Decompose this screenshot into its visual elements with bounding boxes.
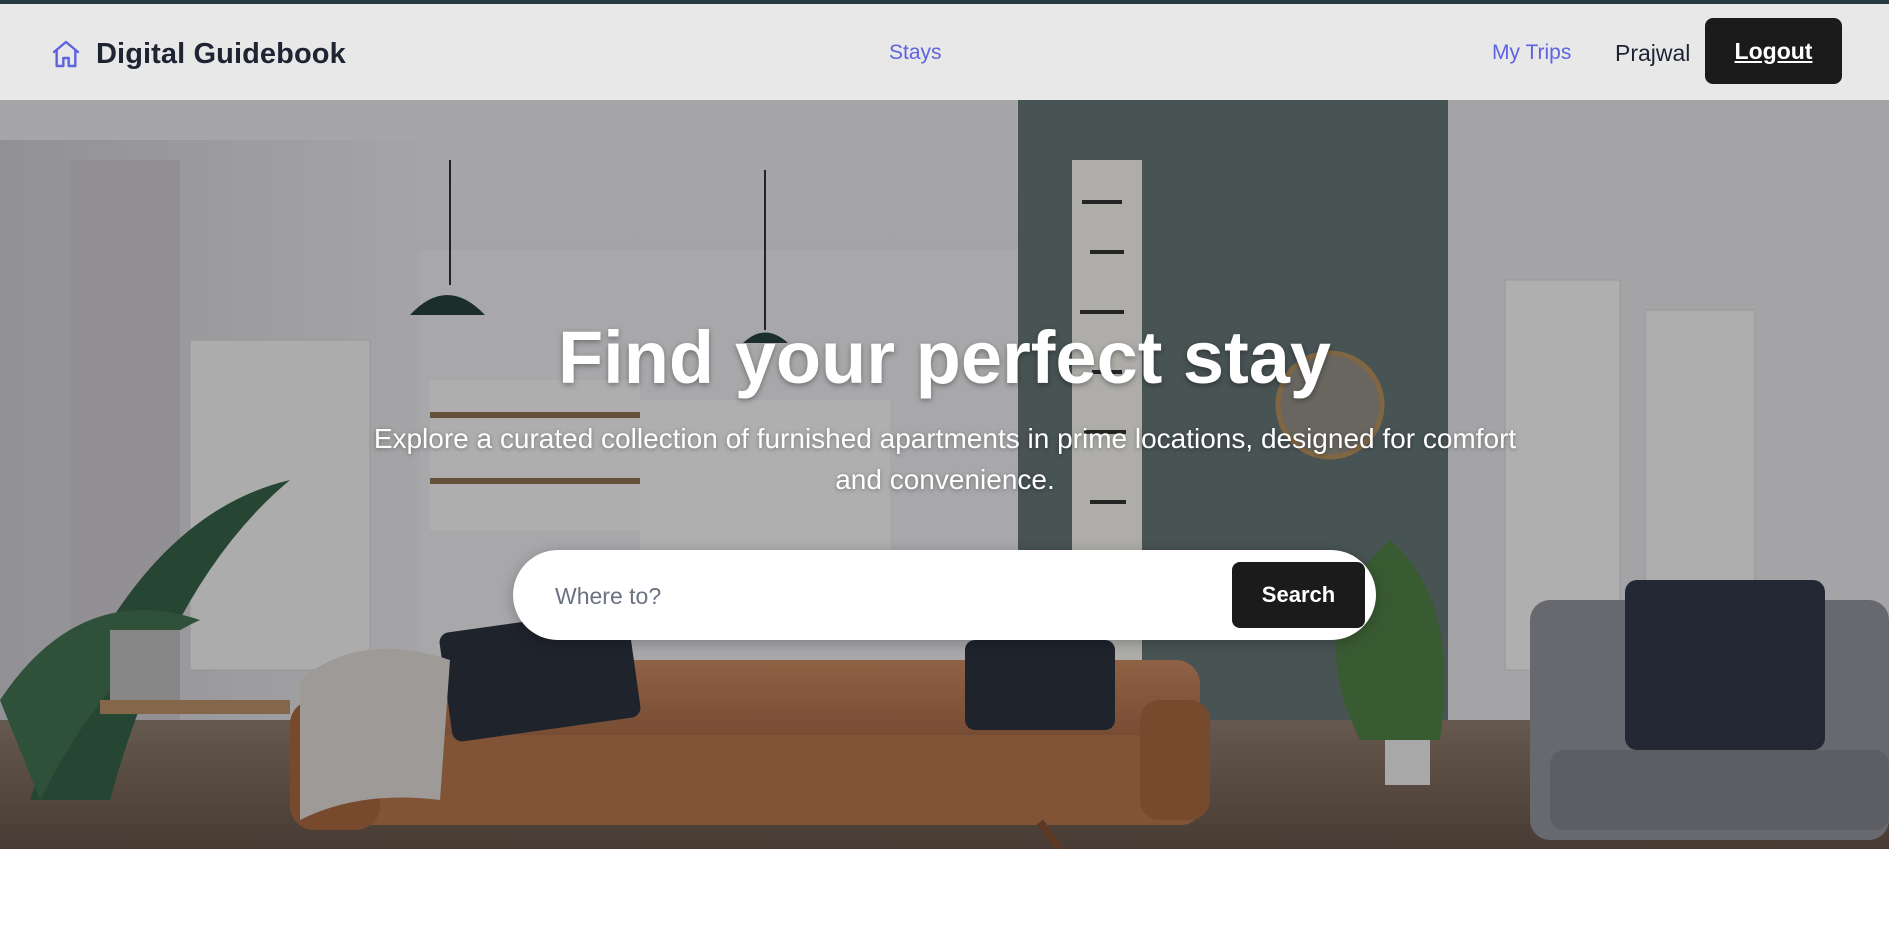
user-name: Prajwal: [1615, 40, 1691, 66]
site-header: Digital Guidebook Stays My Trips Prajwal…: [0, 4, 1889, 100]
hero-section: Find your perfect stay Explore a curated…: [0, 100, 1889, 849]
hero-subtitle: Explore a curated collection of furnishe…: [373, 423, 1517, 495]
nav-link-stays[interactable]: Stays: [889, 41, 942, 65]
search-button[interactable]: Search: [1232, 562, 1365, 628]
search-bar: Search: [513, 550, 1376, 640]
nav-link-my-trips[interactable]: My Trips: [1492, 41, 1571, 65]
hero-title: Find your perfect stay: [557, 316, 1332, 399]
brand-home-link[interactable]: Digital Guidebook: [50, 34, 346, 74]
home-icon: [52, 40, 80, 68]
brand-name: Digital Guidebook: [96, 37, 346, 70]
logout-button[interactable]: Logout: [1705, 18, 1842, 84]
destination-search-input[interactable]: [553, 570, 1217, 622]
